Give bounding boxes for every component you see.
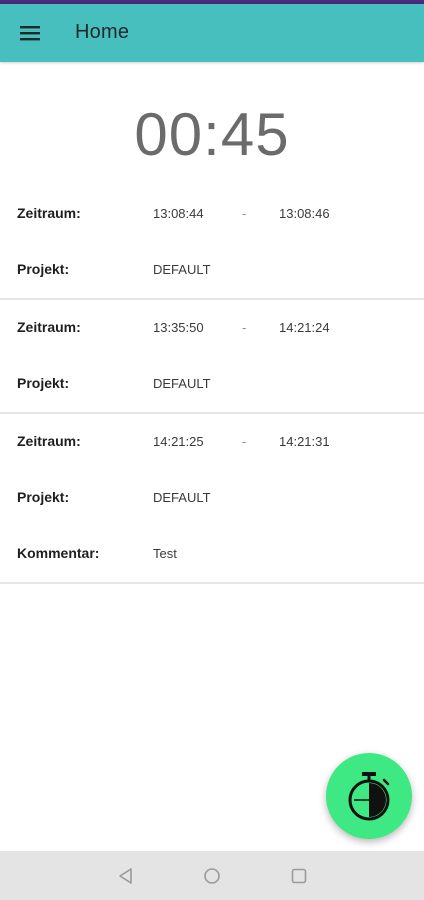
home-circle-icon [204, 868, 220, 884]
stopwatch-icon [348, 772, 390, 821]
projekt-value: DEFAULT [153, 490, 211, 505]
start-timer-fab[interactable] [326, 753, 412, 839]
time-entry[interactable]: Zeitraum: 14:21:25 - 14:21:31 Projekt: D… [0, 414, 424, 584]
end-time: 14:21:31 [279, 434, 330, 449]
recents-square-icon [291, 868, 307, 884]
projekt-label: Projekt: [17, 261, 70, 277]
projekt-row: Projekt: DEFAULT [0, 356, 424, 412]
time-entry[interactable]: Zeitraum: 13:08:44 - 13:08:46 Projekt: D… [0, 186, 424, 300]
end-time: 14:21:24 [279, 320, 330, 335]
zeitraum-row: Zeitraum: 13:08:44 - 13:08:46 [0, 186, 424, 242]
recents-button[interactable] [286, 863, 312, 889]
zeitraum-label: Zeitraum: [17, 205, 81, 221]
menu-button[interactable] [10, 13, 50, 53]
home-screen: Home 00:45 Zeitraum: 13:08:44 - 13:08:46… [0, 0, 424, 900]
start-time: 14:21:25 [153, 434, 204, 449]
zeitraum-label: Zeitraum: [17, 433, 81, 449]
projekt-row: Projekt: DEFAULT [0, 242, 424, 298]
zeitraum-row: Zeitraum: 13:35:50 - 14:21:24 [0, 300, 424, 356]
system-navigation-bar [0, 851, 424, 900]
back-button[interactable] [113, 863, 139, 889]
kommentar-value: Test [153, 546, 177, 561]
back-triangle-icon [119, 868, 132, 884]
zeitraum-label: Zeitraum: [17, 319, 81, 335]
time-entry-list: Zeitraum: 13:08:44 - 13:08:46 Projekt: D… [0, 186, 424, 584]
hamburger-menu-icon [20, 26, 40, 41]
start-time: 13:35:50 [153, 320, 204, 335]
projekt-label: Projekt: [17, 375, 70, 391]
time-entry[interactable]: Zeitraum: 13:35:50 - 14:21:24 Projekt: D… [0, 300, 424, 414]
timer-display: 00:45 [134, 101, 290, 168]
time-separator: - [242, 206, 247, 221]
time-separator: - [242, 320, 247, 335]
kommentar-row: Kommentar: Test [0, 526, 424, 582]
projekt-value: DEFAULT [153, 262, 211, 277]
kommentar-label: Kommentar: [17, 545, 100, 561]
end-time: 13:08:46 [279, 206, 330, 221]
start-time: 13:08:44 [153, 206, 204, 221]
app-bar: Home [0, 4, 424, 62]
projekt-value: DEFAULT [153, 376, 211, 391]
home-button[interactable] [199, 863, 225, 889]
projekt-label: Projekt: [17, 489, 70, 505]
projekt-row: Projekt: DEFAULT [0, 470, 424, 526]
time-separator: - [242, 434, 247, 449]
zeitraum-row: Zeitraum: 14:21:25 - 14:21:31 [0, 414, 424, 470]
page-title: Home [75, 21, 130, 43]
